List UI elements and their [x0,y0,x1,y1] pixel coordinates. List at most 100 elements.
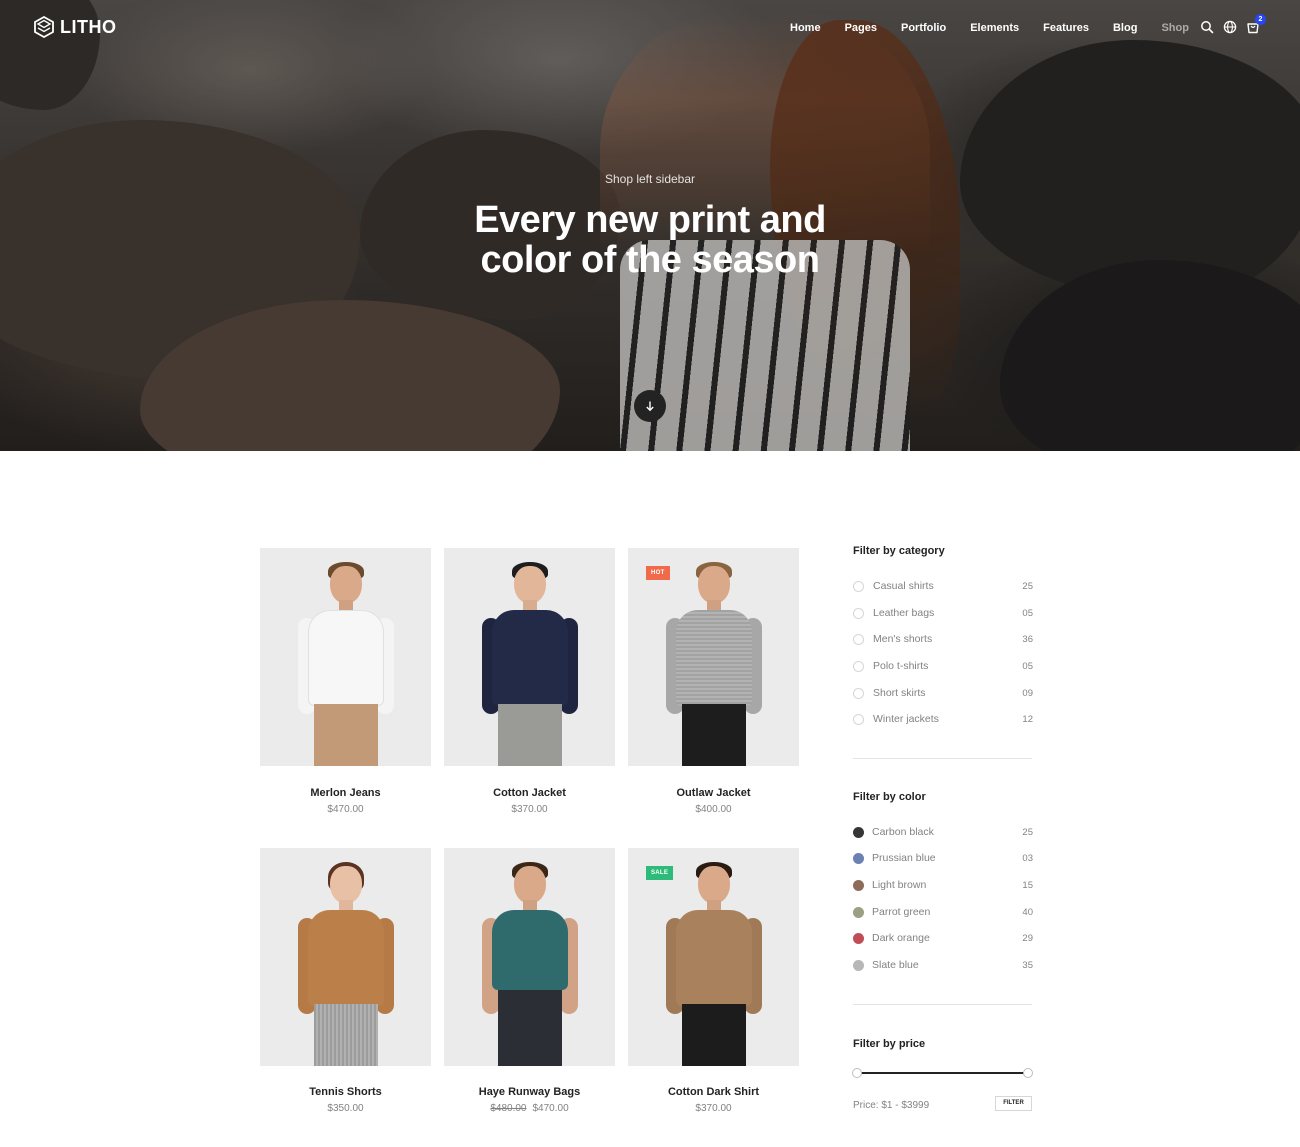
globe-icon[interactable] [1223,20,1237,34]
nav-pages[interactable]: Pages [845,22,877,34]
cart-icon[interactable]: 2 [1246,14,1266,34]
product-card[interactable] [444,848,615,1066]
product-name[interactable]: Tennis Shorts [260,1086,431,1098]
color-swatch[interactable] [853,959,864,971]
product-price-value: $470.00 [532,1103,569,1114]
color-swatch[interactable] [853,932,864,944]
color-swatch[interactable] [853,852,864,864]
filter-color-option[interactable]: Slate blue 35 [853,958,1033,972]
category-label[interactable]: Short skirts [873,687,1013,699]
category-count: 36 [1022,633,1033,645]
filter-category-option[interactable]: Leather bags 05 [853,606,1033,620]
radio-button[interactable] [853,607,864,619]
hot-badge: HOT [646,566,670,580]
price-range-max-handle[interactable] [1023,1068,1033,1078]
filter-color-option[interactable]: Carbon black 25 [853,825,1033,839]
filter-category-option[interactable]: Polo t-shirts 05 [853,659,1033,673]
litho-logo-icon [34,16,54,38]
category-label[interactable]: Casual shirts [873,580,1013,592]
category-label[interactable]: Winter jackets [873,713,1013,725]
color-label[interactable]: Carbon black [872,826,1013,838]
main-nav: Home Pages Portfolio Elements Features B… [790,20,1213,36]
category-count: 05 [1022,607,1033,619]
product-image[interactable] [444,548,615,766]
nav-portfolio[interactable]: Portfolio [901,22,946,34]
filter-category-option[interactable]: Casual shirts 25 [853,579,1033,593]
radio-button[interactable] [853,713,864,725]
hero-subtitle: Shop left sidebar [604,172,696,186]
nav-elements[interactable]: Elements [970,22,1019,34]
color-label[interactable]: Prussian blue [872,852,1013,864]
filter-color-option[interactable]: Prussian blue 03 [853,851,1033,865]
filter-category-heading: Filter by category [853,545,945,557]
scroll-down-button[interactable] [634,390,666,422]
search-icon[interactable] [1200,20,1214,34]
site-logo[interactable]: LITHO [34,16,117,38]
product-price-value: $370.00 [511,804,548,815]
hero-title-line-2: color of the season [480,239,820,281]
color-swatch[interactable] [853,906,864,918]
nav-blog[interactable]: Blog [1113,22,1137,34]
color-label[interactable]: Parrot green [872,906,1013,918]
filter-category-option[interactable]: Winter jackets 12 [853,712,1033,726]
radio-button[interactable] [853,633,864,645]
color-count: 29 [1022,932,1033,944]
product-card[interactable]: HOT [628,548,799,766]
product-model [286,562,406,766]
product-image[interactable]: HOT [628,548,799,766]
product-name[interactable]: Cotton Dark Shirt [628,1086,799,1098]
category-label[interactable]: Polo t-shirts [873,660,1013,672]
product-name[interactable]: Merlon Jeans [260,787,431,799]
color-swatch[interactable] [853,826,864,838]
category-count: 12 [1022,713,1033,725]
nav-features[interactable]: Features [1043,22,1089,34]
product-card[interactable]: SALE [628,848,799,1066]
category-label[interactable]: Men's shorts [873,633,1013,645]
price-range-track[interactable] [857,1072,1029,1074]
sidebar-divider [853,758,1032,759]
filter-category-option[interactable]: Short skirts 09 [853,686,1033,700]
filter-color-option[interactable]: Dark orange 29 [853,931,1033,945]
product-card[interactable] [444,548,615,766]
sale-badge: SALE [646,866,674,880]
product-name[interactable]: Outlaw Jacket [628,787,799,799]
product-old-price: $480.00 [490,1103,527,1114]
product-price-value: $400.00 [695,804,732,815]
category-count: 05 [1022,660,1033,672]
product-model [286,862,406,1066]
product-price-value: $370.00 [695,1103,732,1114]
color-count: 03 [1022,852,1033,864]
product-name[interactable]: Cotton Jacket [444,787,615,799]
product-card[interactable] [260,848,431,1066]
color-label[interactable]: Dark orange [872,932,1013,944]
product-image[interactable] [444,848,615,1066]
filter-color-option[interactable]: Light brown 15 [853,878,1033,892]
nav-shop[interactable]: Shop [1161,22,1189,34]
product-price: $470.00 [260,804,431,815]
brand-name: LITHO [60,16,117,37]
product-model [654,562,774,766]
product-price-value: $470.00 [327,804,364,815]
product-image[interactable]: SALE [628,848,799,1066]
radio-button[interactable] [853,687,864,699]
filter-color-option[interactable]: Parrot green 40 [853,905,1033,919]
color-label[interactable]: Slate blue [872,959,1013,971]
radio-button[interactable] [853,660,864,672]
product-name[interactable]: Haye Runway Bags [444,1086,615,1098]
color-label[interactable]: Light brown [872,879,1013,891]
category-label[interactable]: Leather bags [873,607,1013,619]
radio-button[interactable] [853,580,864,592]
product-price: $480.00 $470.00 [444,1103,615,1114]
filter-button[interactable]: FILTER [995,1096,1032,1111]
price-range-min-handle[interactable] [852,1068,862,1078]
color-swatch[interactable] [853,879,864,891]
product-model [654,862,774,1066]
hero-title-line-1: Every new print and [474,199,826,241]
product-image[interactable] [260,848,431,1066]
filter-category-option[interactable]: Men's shorts 36 [853,632,1033,646]
product-model [470,562,590,766]
nav-home[interactable]: Home [790,22,821,34]
product-card[interactable] [260,548,431,766]
product-image[interactable] [260,548,431,766]
filter-color-heading: Filter by color [853,791,926,803]
